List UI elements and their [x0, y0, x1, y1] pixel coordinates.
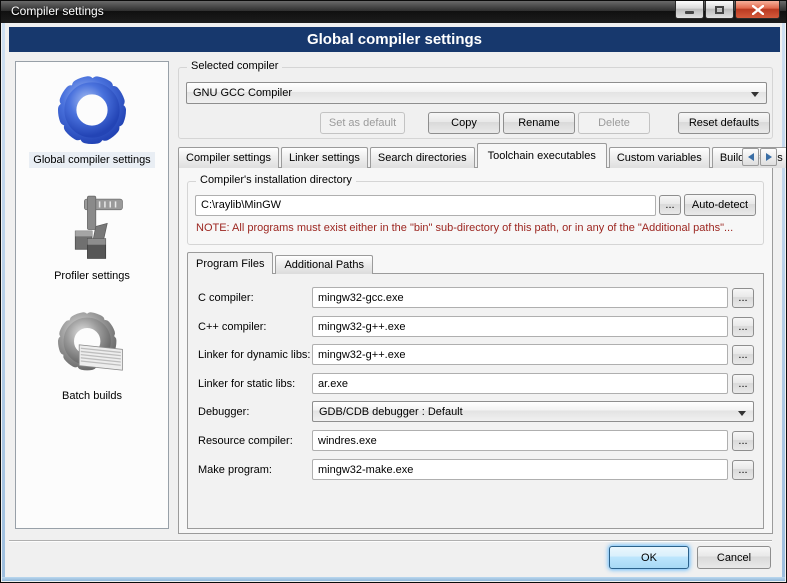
- resource-compiler-browse-button[interactable]: ...: [732, 431, 754, 451]
- c-compiler-row: C compiler: ...: [198, 287, 754, 308]
- make-program-input[interactable]: [312, 459, 728, 480]
- make-program-label: Make program:: [198, 464, 312, 476]
- make-program-row: Make program: ...: [198, 459, 754, 480]
- sidebar-item-label: Batch builds: [58, 388, 126, 404]
- sidebar-item-label: Profiler settings: [50, 268, 134, 284]
- debugger-select[interactable]: GDB/CDB debugger : Default: [312, 401, 754, 422]
- c-compiler-label: C compiler:: [198, 292, 312, 304]
- gray-gear-stack-icon: [52, 306, 132, 386]
- resource-compiler-input[interactable]: [312, 430, 728, 451]
- window-frame-bottom: [2, 577, 785, 581]
- static-linker-input[interactable]: [312, 373, 728, 394]
- debugger-select-value: GDB/CDB debugger : Default: [319, 406, 463, 418]
- tab-scroll-right-button[interactable]: [760, 148, 777, 166]
- arrow-left-icon: [748, 153, 754, 161]
- compiler-select-value: GNU GCC Compiler: [193, 87, 292, 99]
- cancel-button[interactable]: Cancel: [697, 546, 771, 569]
- tab-compiler-settings[interactable]: Compiler settings: [178, 147, 279, 168]
- minimize-button[interactable]: [675, 1, 704, 19]
- cpp-compiler-row: C++ compiler: ...: [198, 316, 754, 337]
- tab-linker-settings[interactable]: Linker settings: [281, 147, 368, 168]
- set-as-default-button[interactable]: Set as default: [320, 112, 405, 134]
- dynamic-linker-input[interactable]: [312, 344, 728, 365]
- ok-button[interactable]: OK: [609, 546, 689, 569]
- settings-category-sidebar: Global compiler settings Profiler settin…: [15, 61, 169, 529]
- compiler-settings-dialog: Compiler settings Global compiler settin…: [0, 0, 787, 583]
- close-button[interactable]: [735, 1, 780, 19]
- resource-compiler-label: Resource compiler:: [198, 435, 312, 447]
- window-title: Compiler settings: [11, 4, 104, 18]
- sidebar-item-profiler-settings[interactable]: Profiler settings: [50, 190, 134, 284]
- installation-directory-label: Compiler's installation directory: [196, 174, 356, 186]
- arrow-right-icon: [766, 153, 772, 161]
- selected-compiler-group: Selected compiler GNU GCC Compiler Set a…: [178, 67, 773, 139]
- dynamic-linker-browse-button[interactable]: ...: [732, 345, 754, 365]
- minimize-icon: [685, 11, 694, 14]
- static-linker-label: Linker for static libs:: [198, 378, 312, 390]
- tab-custom-variables[interactable]: Custom variables: [609, 147, 710, 168]
- cpp-compiler-browse-button[interactable]: ...: [732, 317, 754, 337]
- static-linker-row: Linker for static libs: ...: [198, 373, 754, 394]
- blue-gear-icon: [52, 70, 132, 150]
- window-frame-left: [2, 23, 5, 581]
- maximize-button[interactable]: [705, 1, 734, 19]
- footer-divider: [9, 540, 772, 542]
- chevron-down-icon: [738, 411, 746, 416]
- compiler-select[interactable]: GNU GCC Compiler: [186, 82, 767, 104]
- reset-defaults-button[interactable]: Reset defaults: [678, 112, 770, 134]
- c-compiler-browse-button[interactable]: ...: [732, 288, 754, 308]
- caliper-icon: [54, 190, 130, 266]
- debugger-row: Debugger: GDB/CDB debugger : Default: [198, 401, 754, 422]
- cpp-compiler-input[interactable]: [312, 316, 728, 337]
- sidebar-item-label: Global compiler settings: [29, 152, 154, 168]
- static-linker-browse-button[interactable]: ...: [732, 374, 754, 394]
- page-title: Global compiler settings: [9, 27, 780, 52]
- sidebar-item-batch-builds[interactable]: Batch builds: [52, 306, 132, 404]
- tab-scroll-left-button[interactable]: [742, 148, 759, 166]
- resource-compiler-row: Resource compiler: ...: [198, 430, 754, 451]
- rename-button[interactable]: Rename: [503, 112, 575, 134]
- title-bar[interactable]: Compiler settings: [1, 1, 786, 23]
- sidebar-item-global-compiler-settings[interactable]: Global compiler settings: [29, 70, 154, 168]
- window-frame-right: [782, 23, 785, 581]
- subtab-additional-paths[interactable]: Additional Paths: [275, 255, 373, 274]
- cpp-compiler-label: C++ compiler:: [198, 321, 312, 333]
- browse-directory-button[interactable]: ...: [659, 195, 681, 215]
- subtab-program-files[interactable]: Program Files: [187, 252, 273, 274]
- installation-directory-input[interactable]: [195, 195, 656, 216]
- compiler-tabs: Compiler settings Linker settings Search…: [178, 146, 787, 168]
- debugger-label: Debugger:: [198, 406, 312, 418]
- installation-directory-group: Compiler's installation directory ... Au…: [187, 181, 764, 245]
- program-files-tabs: Program Files Additional Paths: [187, 254, 375, 274]
- tab-toolchain-executables[interactable]: Toolchain executables: [477, 143, 607, 168]
- copy-button[interactable]: Copy: [428, 112, 500, 134]
- dynamic-linker-label: Linker for dynamic libs:: [198, 349, 312, 361]
- selected-compiler-label: Selected compiler: [187, 60, 282, 72]
- program-files-panel: C compiler: ... C++ compiler: ... Linker…: [187, 273, 764, 529]
- make-program-browse-button[interactable]: ...: [732, 460, 754, 480]
- dynamic-linker-row: Linker for dynamic libs: ...: [198, 344, 754, 365]
- auto-detect-button[interactable]: Auto-detect: [684, 194, 756, 216]
- close-icon: [752, 5, 764, 15]
- maximize-icon: [715, 6, 724, 14]
- chevron-down-icon: [751, 92, 759, 97]
- installation-note: NOTE: All programs must exist either in …: [196, 222, 759, 234]
- tab-search-directories[interactable]: Search directories: [370, 147, 475, 168]
- c-compiler-input[interactable]: [312, 287, 728, 308]
- delete-button[interactable]: Delete: [578, 112, 650, 134]
